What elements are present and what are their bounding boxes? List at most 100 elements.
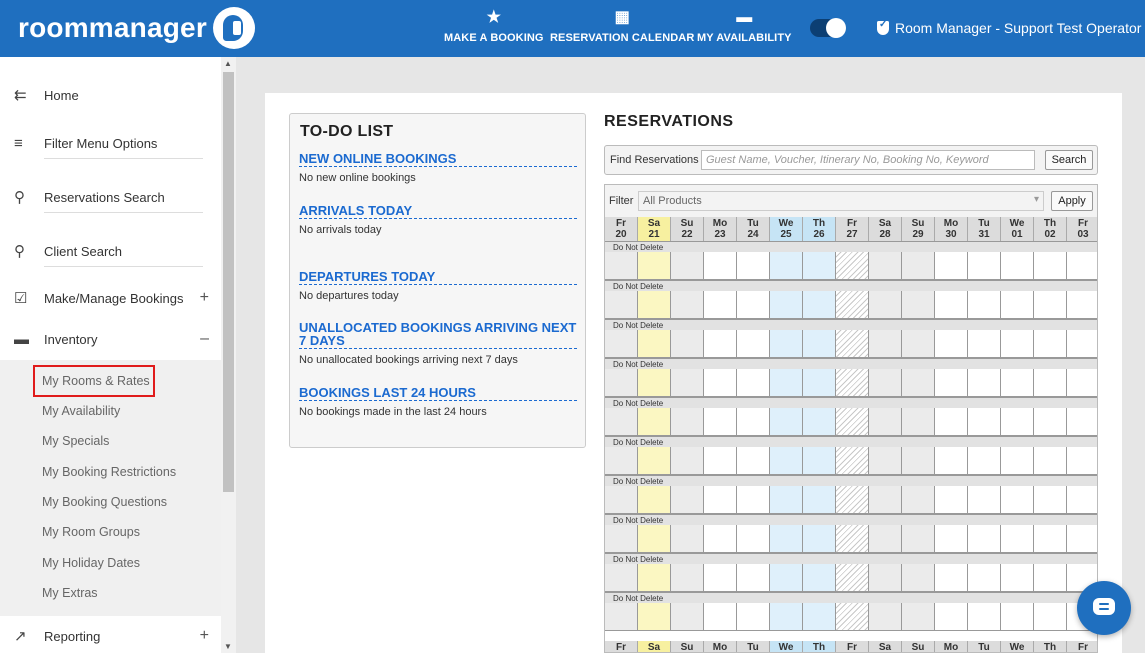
sidebar-item-reporting[interactable]: ↗ Reporting + bbox=[0, 616, 221, 653]
expand-icon[interactable]: + bbox=[200, 289, 209, 307]
calendar-cell[interactable] bbox=[671, 291, 704, 319]
calendar-cell[interactable] bbox=[638, 252, 671, 280]
calendar-cell[interactable] bbox=[968, 603, 1001, 631]
calendar-cell[interactable] bbox=[902, 369, 935, 397]
calendar-cell[interactable] bbox=[671, 486, 704, 514]
calendar-cell[interactable] bbox=[737, 564, 770, 592]
calendar-cell[interactable] bbox=[605, 564, 638, 592]
calendar-cell[interactable] bbox=[1067, 486, 1097, 514]
sidebar-item-filter-menu-options[interactable]: ≡ Filter Menu Options bbox=[0, 123, 221, 163]
calendar-cell[interactable] bbox=[803, 447, 836, 475]
sidebar-item-reservations-search[interactable]: ⚲ Reservations Search bbox=[0, 177, 221, 217]
calendar-cell[interactable] bbox=[1067, 291, 1097, 319]
calendar-cell[interactable] bbox=[1034, 330, 1067, 358]
chat-button[interactable] bbox=[1077, 581, 1131, 635]
roommanager-logo[interactable]: roommanager bbox=[18, 7, 255, 49]
calendar-cell[interactable] bbox=[935, 330, 968, 358]
calendar-cell[interactable] bbox=[671, 330, 704, 358]
sidebar-item-home[interactable]: ⇇ Home bbox=[0, 75, 221, 115]
calendar-cell[interactable] bbox=[1067, 408, 1097, 436]
calendar-cell[interactable] bbox=[935, 408, 968, 436]
calendar-cell[interactable] bbox=[836, 369, 869, 397]
sidebar-item-make-manage-bookings[interactable]: ☑ Make/Manage Bookings + bbox=[0, 278, 221, 318]
calendar-cell[interactable] bbox=[1034, 291, 1067, 319]
sidebar-subitem-my-booking-restrictions[interactable]: My Booking Restrictions bbox=[42, 465, 176, 479]
calendar-cell[interactable] bbox=[1034, 447, 1067, 475]
calendar-cell[interactable] bbox=[605, 369, 638, 397]
mode-toggle[interactable] bbox=[810, 18, 846, 38]
calendar-cell[interactable] bbox=[737, 330, 770, 358]
calendar-cell[interactable] bbox=[902, 330, 935, 358]
calendar-cell[interactable] bbox=[836, 603, 869, 631]
calendar-cell[interactable] bbox=[935, 369, 968, 397]
calendar-cell[interactable] bbox=[605, 252, 638, 280]
calendar-cell[interactable] bbox=[968, 252, 1001, 280]
calendar-cell[interactable] bbox=[935, 447, 968, 475]
calendar-cell[interactable] bbox=[1001, 252, 1034, 280]
calendar-cell[interactable] bbox=[770, 252, 803, 280]
calendar-cell[interactable] bbox=[869, 408, 902, 436]
calendar-cell[interactable] bbox=[1034, 408, 1067, 436]
expand-icon[interactable]: + bbox=[200, 627, 209, 645]
todo-heading[interactable]: NEW ONLINE BOOKINGS bbox=[299, 152, 577, 167]
search-button[interactable]: Search bbox=[1045, 150, 1093, 170]
calendar-cell[interactable] bbox=[836, 252, 869, 280]
calendar-cell[interactable] bbox=[1001, 408, 1034, 436]
calendar-cell[interactable] bbox=[968, 486, 1001, 514]
scrollbar-thumb[interactable] bbox=[223, 72, 234, 492]
calendar-cell[interactable] bbox=[902, 252, 935, 280]
calendar-cell[interactable] bbox=[770, 330, 803, 358]
nav-make-a-booking[interactable]: ★ MAKE A BOOKING bbox=[444, 8, 544, 44]
calendar-cell[interactable] bbox=[935, 603, 968, 631]
calendar-cell[interactable] bbox=[803, 408, 836, 436]
sidebar-item-client-search[interactable]: ⚲ Client Search bbox=[0, 231, 221, 271]
user-menu[interactable]: Room Manager - Support Test Operator bbox=[877, 19, 1141, 36]
calendar-cell[interactable] bbox=[902, 486, 935, 514]
calendar-cell[interactable] bbox=[935, 525, 968, 553]
calendar-cell[interactable] bbox=[803, 525, 836, 553]
sidebar-subitem-my-holiday-dates[interactable]: My Holiday Dates bbox=[42, 556, 140, 570]
calendar-cell[interactable] bbox=[935, 486, 968, 514]
calendar-cell[interactable] bbox=[704, 486, 737, 514]
calendar-cell[interactable] bbox=[836, 408, 869, 436]
calendar-cell[interactable] bbox=[803, 603, 836, 631]
calendar-cell[interactable] bbox=[836, 330, 869, 358]
calendar-cell[interactable] bbox=[770, 525, 803, 553]
calendar-cell[interactable] bbox=[737, 603, 770, 631]
calendar-cell[interactable] bbox=[836, 486, 869, 514]
todo-heading[interactable]: BOOKINGS LAST 24 HOURS bbox=[299, 386, 577, 401]
calendar-cell[interactable] bbox=[968, 525, 1001, 553]
calendar-cell[interactable] bbox=[704, 603, 737, 631]
calendar-cell[interactable] bbox=[704, 252, 737, 280]
product-filter-select[interactable]: All Products bbox=[638, 191, 1044, 211]
calendar-cell[interactable] bbox=[671, 252, 704, 280]
calendar-cell[interactable] bbox=[1067, 447, 1097, 475]
calendar-cell[interactable] bbox=[671, 564, 704, 592]
scroll-down-icon[interactable]: ▼ bbox=[224, 642, 232, 651]
calendar-cell[interactable] bbox=[1034, 525, 1067, 553]
calendar-cell[interactable] bbox=[803, 369, 836, 397]
calendar-cell[interactable] bbox=[704, 369, 737, 397]
calendar-cell[interactable] bbox=[605, 603, 638, 631]
calendar-cell[interactable] bbox=[704, 291, 737, 319]
calendar-cell[interactable] bbox=[1001, 330, 1034, 358]
calendar-cell[interactable] bbox=[803, 252, 836, 280]
calendar-cell[interactable] bbox=[737, 447, 770, 475]
calendar-cell[interactable] bbox=[869, 330, 902, 358]
calendar-cell[interactable] bbox=[737, 252, 770, 280]
calendar-cell[interactable] bbox=[836, 447, 869, 475]
calendar-cell[interactable] bbox=[968, 369, 1001, 397]
calendar-cell[interactable] bbox=[605, 486, 638, 514]
calendar-cell[interactable] bbox=[737, 525, 770, 553]
todo-heading[interactable]: UNALLOCATED BOOKINGS ARRIVING NEXT 7 DAY… bbox=[299, 321, 577, 349]
calendar-cell[interactable] bbox=[671, 447, 704, 475]
calendar-cell[interactable] bbox=[638, 369, 671, 397]
sidebar-subitem-my-room-groups[interactable]: My Room Groups bbox=[42, 525, 140, 539]
calendar-cell[interactable] bbox=[869, 564, 902, 592]
calendar-cell[interactable] bbox=[968, 291, 1001, 319]
find-reservations-input[interactable]: Guest Name, Voucher, Itinerary No, Booki… bbox=[701, 150, 1035, 170]
calendar-cell[interactable] bbox=[737, 369, 770, 397]
calendar-cell[interactable] bbox=[836, 564, 869, 592]
calendar-cell[interactable] bbox=[968, 330, 1001, 358]
calendar-cell[interactable] bbox=[1001, 447, 1034, 475]
